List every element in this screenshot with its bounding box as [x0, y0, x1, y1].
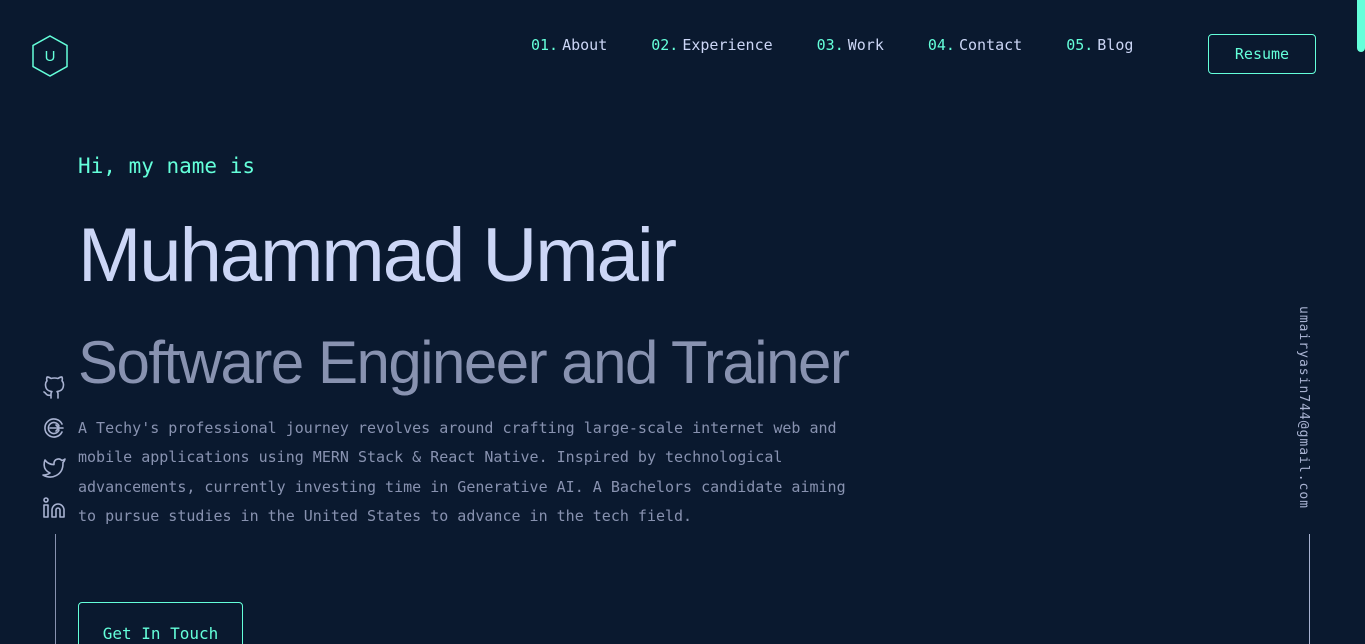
- nav-number: 04.: [927, 36, 955, 54]
- nav-label: About: [562, 36, 608, 54]
- nav-number: 01.: [531, 36, 559, 54]
- nav-item-about[interactable]: 01. About: [531, 36, 607, 54]
- linkedin-icon[interactable]: [42, 496, 66, 520]
- get-in-touch-button[interactable]: Get In Touch: [78, 602, 243, 644]
- scrollbar-thumb[interactable]: [1357, 0, 1365, 52]
- nav-item-work[interactable]: 03. Work: [817, 36, 884, 54]
- main-nav: 01. About 02. Experience 03. Work 04. Contac…: [531, 36, 1133, 54]
- nav-item-blog[interactable]: 05. Blog: [1066, 36, 1133, 54]
- nav-number: 02.: [651, 36, 679, 54]
- github-icon[interactable]: [42, 376, 66, 400]
- email-link[interactable]: umairyasin744@gmail.com: [1296, 306, 1311, 509]
- hero-role: Software Engineer and Trainer: [78, 329, 850, 396]
- nav-number: 03.: [816, 36, 844, 54]
- nav-label: Work: [847, 36, 884, 54]
- nav-number: 05.: [1066, 36, 1094, 54]
- hero-bio: A Techy's professional journey revolves …: [78, 419, 846, 526]
- nav-item-experience[interactable]: 02. Experience: [651, 36, 772, 54]
- twitter-icon[interactable]: [42, 456, 66, 480]
- codepen-icon[interactable]: [42, 416, 66, 440]
- nav-item-contact[interactable]: 04. Contact: [928, 36, 1022, 54]
- nav-label: Blog: [1097, 36, 1134, 54]
- nav-label: Experience: [682, 36, 773, 54]
- nav-label: Contact: [958, 36, 1023, 54]
- hero-greeting: Hi, my name is: [78, 154, 256, 178]
- right-divider-line: [1309, 534, 1310, 644]
- logo-letter: U: [45, 48, 56, 65]
- resume-button[interactable]: Resume: [1208, 34, 1316, 74]
- logo-icon[interactable]: U: [30, 34, 70, 78]
- hero-name: Muhammad Umair: [78, 213, 677, 298]
- social-links: [42, 376, 68, 536]
- left-divider-line: [55, 534, 56, 644]
